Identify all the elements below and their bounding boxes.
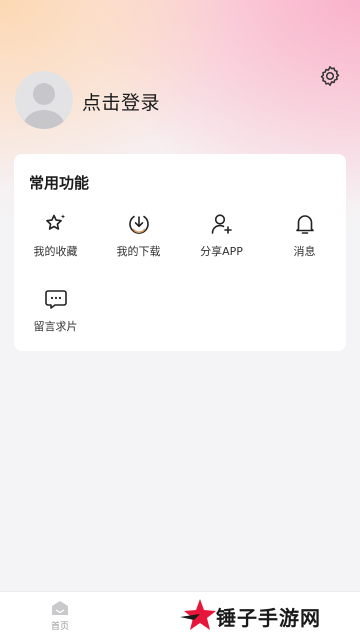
request-movie-button[interactable]: 留言求片 [14, 286, 97, 334]
download-circle-icon [128, 215, 149, 234]
watermark-text: 锤子手游网 [216, 606, 321, 630]
star-sparkle-icon [45, 214, 65, 230]
default-avatar-icon [23, 83, 65, 129]
user-add-icon [211, 214, 232, 234]
share-app-button[interactable]: 分享APP [180, 211, 263, 259]
messages-button[interactable]: 消息 [263, 211, 346, 259]
my-favorites-button[interactable]: 我的收藏 [14, 211, 97, 259]
watermark-logo: 锤子手游网 [178, 596, 358, 636]
chat-bubble-icon [44, 290, 67, 309]
login-prompt[interactable]: 点击登录 [82, 88, 160, 115]
tab-home-label: 首页 [50, 622, 69, 632]
my-downloads-label: 我的下载 [116, 245, 161, 258]
gear-icon [320, 66, 340, 86]
my-favorites-label: 我的收藏 [33, 245, 78, 258]
card-title: 常用功能 [29, 174, 90, 192]
request-movie-label: 留言求片 [33, 320, 78, 333]
bell-icon [295, 215, 314, 234]
common-functions-card: 常用功能 我的收藏 我的下载 分享APP 消息 留言求片 [14, 154, 346, 351]
tab-home[interactable]: 首页 [40, 600, 80, 632]
watermark-star-icon [180, 599, 216, 630]
my-downloads-button[interactable]: 我的下载 [97, 211, 180, 259]
settings-button[interactable] [318, 64, 342, 88]
avatar[interactable] [15, 71, 73, 129]
messages-label: 消息 [293, 245, 316, 258]
share-app-label: 分享APP [200, 245, 243, 258]
home-icon [52, 601, 68, 615]
